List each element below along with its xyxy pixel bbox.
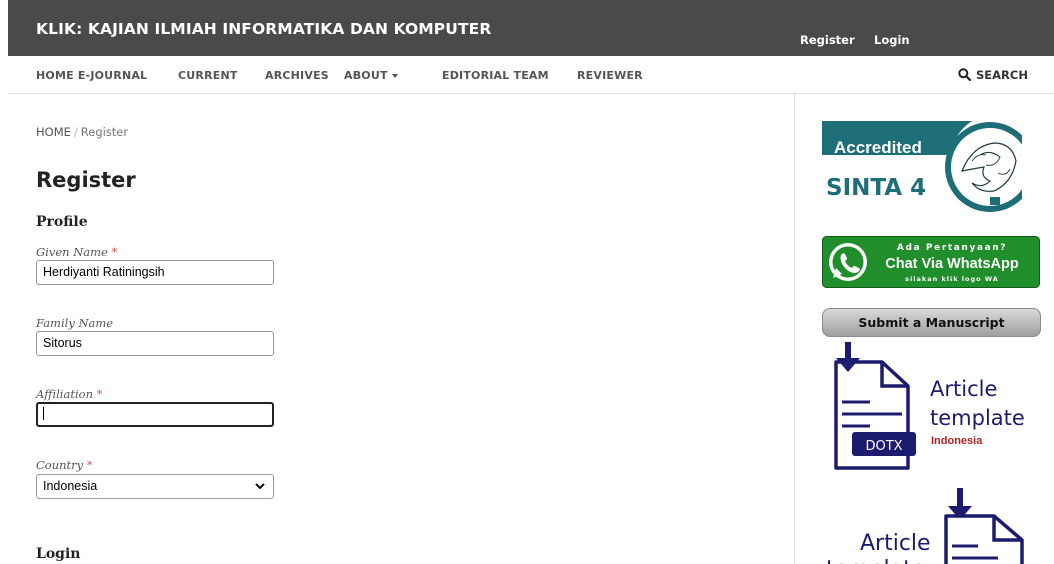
submit-manuscript-button[interactable]: Submit a Manuscript — [822, 308, 1041, 337]
nav-editorial-team[interactable]: EDITORIAL TEAM — [442, 69, 549, 82]
document-download-icon — [944, 488, 1024, 564]
template-title-line2: template — [930, 406, 1025, 430]
site-title[interactable]: KLIK: KAJIAN ILMIAH INFORMATIKA DAN KOMP… — [36, 20, 491, 38]
search-label: SEARCH — [976, 68, 1028, 82]
dotx-tag: DOTX — [865, 439, 902, 454]
nav-home-ejournal[interactable]: HOME E-JOURNAL — [36, 69, 147, 82]
article-template-dotx-link[interactable]: DOTX Article template Indonesia — [826, 340, 1054, 475]
sinta-accreditation-badge[interactable]: Accredited SINTA 4 — [822, 121, 1022, 214]
breadcrumb-home[interactable]: HOME — [36, 125, 71, 139]
breadcrumb-current: Register — [80, 125, 129, 139]
nav-about-label: ABOUT — [344, 69, 388, 82]
nav-about[interactable]: ABOUT — [344, 69, 398, 82]
profile-legend: Profile — [36, 214, 88, 230]
nav-reviewer[interactable]: REVIEWER — [577, 69, 643, 82]
given-name-label-text: Given Name — [36, 245, 108, 259]
template-title-line1: Article — [930, 377, 997, 401]
register-link[interactable]: Register — [800, 33, 855, 47]
accredited-text: Accredited — [834, 138, 922, 157]
sinta-level-text: SINTA 4 — [826, 175, 926, 201]
template2-title-line1: Article — [860, 531, 931, 556]
given-name-input[interactable]: Herdiyanti Ratiningsih — [36, 260, 274, 285]
required-marker: * — [111, 245, 118, 259]
country-selected-value: Indonesia — [43, 479, 98, 493]
family-name-input[interactable]: Sitorus — [36, 331, 274, 356]
site-header: KLIK: KAJIAN ILMIAH INFORMATIKA DAN KOMP… — [8, 0, 1054, 56]
login-legend: Login — [36, 546, 81, 562]
whatsapp-question-text: Ada Pertanyaan? — [897, 243, 1007, 253]
whatsapp-chat-banner[interactable]: Ada Pertanyaan? Chat Via WhatsApp silaka… — [822, 236, 1040, 288]
affiliation-input[interactable] — [36, 402, 274, 427]
given-name-label: Given Name * — [36, 245, 117, 259]
whatsapp-icon — [829, 243, 867, 281]
family-name-label: Family Name — [36, 316, 114, 330]
sidebar-divider — [794, 94, 795, 564]
template2-title-line2: template — [826, 557, 925, 564]
required-marker: * — [96, 387, 103, 401]
country-select[interactable]: Indonesia — [36, 474, 274, 499]
affiliation-label-text: Affiliation — [36, 387, 93, 401]
nav-archives[interactable]: ARCHIVES — [265, 69, 329, 82]
chevron-down-icon — [255, 483, 265, 490]
required-marker: * — [86, 458, 93, 472]
caret-down-icon — [391, 74, 398, 78]
breadcrumb-separator: / — [73, 125, 78, 139]
article-template-second-link[interactable]: Article template — [826, 488, 1054, 564]
template-language: Indonesia — [931, 435, 983, 447]
search-icon — [958, 68, 972, 82]
breadcrumb: HOME / Register — [36, 125, 128, 139]
primary-nav: HOME E-JOURNAL CURRENT ARCHIVES ABOUT ED… — [8, 56, 1054, 94]
text-cursor — [43, 407, 44, 420]
whatsapp-hint-text: silakan klik logo WA — [905, 275, 999, 283]
login-link[interactable]: Login — [874, 33, 910, 47]
country-label-text: Country — [36, 458, 84, 472]
search-link[interactable]: SEARCH — [958, 68, 1028, 82]
affiliation-label: Affiliation * — [36, 387, 102, 401]
whatsapp-chat-text: Chat Via WhatsApp — [885, 256, 1019, 272]
country-label: Country * — [36, 458, 93, 472]
nav-current[interactable]: CURRENT — [178, 69, 238, 82]
page-title: Register — [36, 168, 136, 192]
